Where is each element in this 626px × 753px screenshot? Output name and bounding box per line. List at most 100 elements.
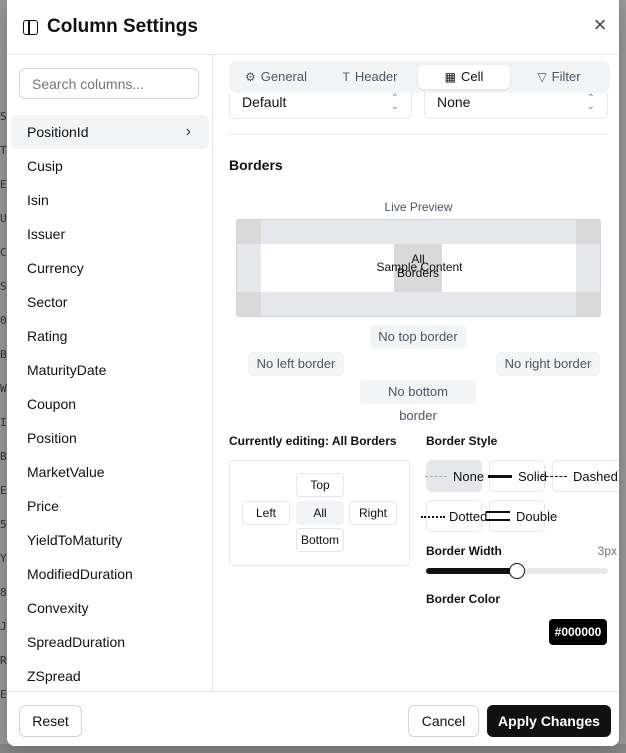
gear-icon: ⚙ (244, 70, 256, 84)
column-item[interactable]: Isin (11, 183, 209, 217)
column-item[interactable]: Sector (11, 285, 209, 319)
grid-icon: ▦ (444, 70, 456, 84)
cancel-button[interactable]: Cancel (408, 705, 479, 737)
column-item[interactable]: MaturityDate (11, 353, 209, 387)
column-item-label: Convexity (27, 600, 89, 616)
edit-top-button[interactable]: Top (296, 473, 344, 497)
no-bottom-border-button[interactable]: No bottom border (360, 380, 476, 423)
tab-label: Filter (551, 69, 581, 84)
no-right-border-button[interactable]: No right border (496, 352, 600, 376)
tab-cell[interactable]: ▦ Cell (418, 65, 510, 89)
column-item[interactable]: Position (11, 421, 209, 455)
select-left[interactable]: Default ⌃ ⌄ (229, 93, 412, 119)
no-left-border-button[interactable]: No left border (248, 352, 344, 376)
border-style-label: Border Style (426, 434, 498, 448)
chevron-updown-icon: ⌃ ⌄ (390, 93, 399, 112)
edit-left-button[interactable]: Left (242, 501, 290, 525)
column-item-label: Rating (27, 328, 68, 344)
no-top-border-button[interactable]: No top border (370, 325, 466, 349)
style-none-button[interactable]: None (425, 460, 485, 492)
select-right[interactable]: None ⌃ ⌄ (424, 93, 608, 119)
style-solid-button[interactable]: Solid (488, 460, 547, 492)
tab-general[interactable]: ⚙ General (233, 65, 319, 89)
border-side-editor: Top Left All Right Bottom (229, 460, 410, 566)
column-sidebar: PositionId › Cusip Isin Issuer Currency Sector… (7, 55, 213, 691)
filter-icon: ▽ (537, 70, 547, 84)
style-label: Double (516, 509, 558, 524)
edit-bottom-button[interactable]: Bottom (296, 528, 344, 552)
style-label: Dashed (573, 469, 618, 484)
tab-header[interactable]: T Header (327, 65, 413, 89)
column-item-label: Isin (27, 192, 49, 208)
column-item-label: ModifiedDuration (27, 566, 133, 582)
sample-content: Sample Content (376, 260, 463, 274)
dashed-line-icon (541, 476, 567, 477)
border-color-label: Border Color (426, 592, 501, 606)
currently-editing-label: Currently editing: All Borders (229, 434, 397, 448)
tab-label: Header (354, 69, 398, 84)
style-double-button[interactable]: Double (486, 500, 557, 532)
tab-label: General (260, 69, 307, 84)
border-color-swatch[interactable]: #000000 (549, 619, 607, 645)
preview-corner (237, 220, 261, 244)
column-item-label: Price (27, 498, 59, 514)
column-list: PositionId › Cusip Isin Issuer Currency Sector… (11, 115, 209, 691)
tab-bar: ⚙ General T Header ▦ Cell ▽ Filter (229, 61, 610, 93)
edit-right-button[interactable]: Right (349, 501, 397, 525)
style-dashed-button[interactable]: Dashed (541, 460, 619, 492)
column-item[interactable]: Rating (11, 319, 209, 353)
dialog-header: Column Settings × (7, 0, 619, 55)
edit-all-button[interactable]: All (296, 501, 344, 525)
column-item[interactable]: Coupon (11, 387, 209, 421)
slider-thumb[interactable] (509, 563, 525, 579)
border-preview: All Borders Sample Content (236, 219, 601, 317)
column-item[interactable]: Price (11, 489, 209, 523)
style-label: None (453, 469, 485, 484)
preview-corner (576, 220, 600, 244)
column-item[interactable]: MarketValue (11, 455, 209, 489)
preview-corner (237, 292, 261, 316)
dotted-line-icon (421, 516, 445, 518)
border-width-slider[interactable] (426, 563, 608, 579)
column-item[interactable]: Cusip (11, 149, 209, 183)
double-line-icon (486, 511, 510, 521)
border-width-value: 3px (597, 544, 617, 558)
column-item[interactable]: Issuer (11, 217, 209, 251)
divider (229, 134, 608, 135)
apply-changes-button[interactable]: Apply Changes (487, 705, 611, 737)
column-item-label: Cusip (27, 158, 63, 174)
solid-line-icon (488, 475, 512, 478)
select-value: None (437, 94, 471, 110)
column-settings-dialog: Column Settings × PositionId › Cusip Isin Is… (7, 0, 619, 746)
column-item-label: ZSpread (27, 668, 81, 684)
style-label: Solid (518, 469, 547, 484)
border-width-label: Border Width (426, 544, 502, 558)
borders-heading: Borders (229, 157, 283, 173)
column-item-label: Position (27, 430, 77, 446)
column-item[interactable]: ModifiedDuration (11, 557, 209, 591)
dialog-footer: Reset Cancel Apply Changes (7, 691, 619, 746)
reset-button[interactable]: Reset (19, 705, 82, 737)
column-item[interactable]: Convexity (11, 591, 209, 625)
preview-corner (576, 292, 600, 316)
dialog-title: Column Settings (47, 16, 198, 37)
tab-filter[interactable]: ▽ Filter (515, 65, 603, 89)
column-item[interactable]: YieldToMaturity (11, 523, 209, 557)
live-preview-label: Live Preview (384, 200, 453, 214)
style-label: Dotted (449, 509, 488, 524)
dashed-line-icon (425, 476, 447, 477)
column-item[interactable]: ZSpread (11, 659, 209, 691)
column-item-label: Coupon (27, 396, 77, 412)
close-button[interactable]: × (589, 14, 611, 36)
column-item-label: YieldToMaturity (27, 532, 123, 548)
chevron-right-icon: › (185, 123, 191, 140)
column-item-label: Sector (27, 294, 68, 310)
column-item[interactable]: Currency (11, 251, 209, 285)
settings-panel: ⚙ General T Header ▦ Cell ▽ Filter Default ⌃ ⌄… (214, 55, 619, 691)
style-dotted-button[interactable]: Dotted (421, 500, 487, 532)
search-columns-input[interactable] (19, 68, 199, 99)
column-item-label: MarketValue (27, 464, 105, 480)
column-item[interactable]: SpreadDuration (11, 625, 209, 659)
column-item[interactable]: PositionId › (11, 115, 209, 149)
column-item-label: SpreadDuration (27, 634, 126, 650)
